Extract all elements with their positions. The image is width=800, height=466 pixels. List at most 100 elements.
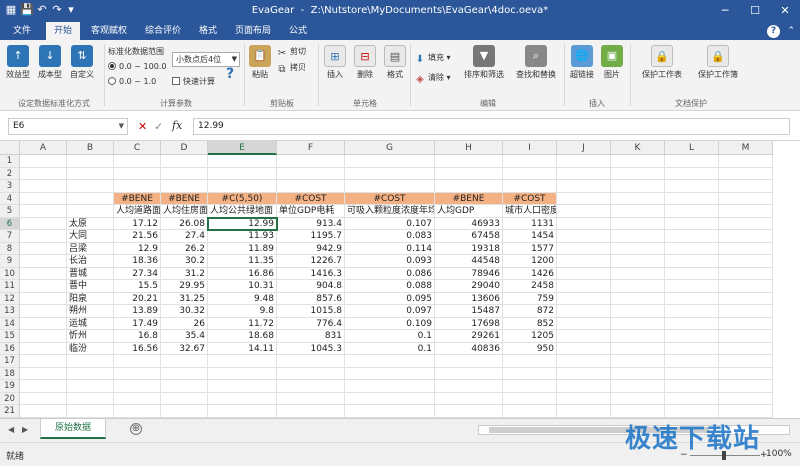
cell[interactable] xyxy=(665,330,719,343)
cell[interactable] xyxy=(114,355,161,368)
value-cell[interactable]: 17698 xyxy=(435,317,503,330)
cell[interactable] xyxy=(161,392,208,405)
sheet-prev-icon[interactable]: ◀ xyxy=(8,425,14,434)
cell[interactable] xyxy=(114,367,161,380)
cell[interactable] xyxy=(557,205,611,218)
value-cell[interactable]: 29040 xyxy=(435,280,503,293)
cell[interactable] xyxy=(719,255,773,268)
cell[interactable] xyxy=(719,292,773,305)
column-header[interactable]: K xyxy=(611,141,665,155)
cell[interactable] xyxy=(557,380,611,393)
cell[interactable] xyxy=(611,317,665,330)
cell[interactable] xyxy=(20,255,67,268)
value-cell[interactable]: 1015.8 xyxy=(277,305,345,318)
copy-button[interactable]: ⧉ 拷贝 xyxy=(276,62,306,76)
value-cell[interactable]: 26.08 xyxy=(161,217,208,230)
picture-button[interactable]: ▣ 图片 xyxy=(600,45,624,80)
value-cell[interactable]: 9.8 xyxy=(208,305,277,318)
city-cell[interactable]: 吕梁 xyxy=(67,242,114,255)
cell[interactable] xyxy=(67,392,114,405)
cell[interactable] xyxy=(611,180,665,193)
cell[interactable] xyxy=(67,155,114,168)
cell[interactable] xyxy=(503,355,557,368)
cell[interactable] xyxy=(277,155,345,168)
cell[interactable] xyxy=(611,355,665,368)
cell[interactable] xyxy=(435,155,503,168)
cell[interactable] xyxy=(345,180,435,193)
value-cell[interactable]: 1426 xyxy=(503,267,557,280)
value-cell[interactable]: 0.083 xyxy=(345,230,435,243)
find-replace-button[interactable]: ⌕ 查找和替换 xyxy=(512,45,560,80)
cell[interactable] xyxy=(20,267,67,280)
cell[interactable] xyxy=(665,267,719,280)
cut-button[interactable]: ✂ 剪切 xyxy=(276,46,306,60)
row-header[interactable]: 5 xyxy=(0,205,20,218)
cell[interactable] xyxy=(665,355,719,368)
row-header[interactable]: 21 xyxy=(0,405,20,418)
format-cells-button[interactable]: ▤ 格式 xyxy=(382,45,408,80)
value-cell[interactable]: 44548 xyxy=(435,255,503,268)
value-cell[interactable]: 1226.7 xyxy=(277,255,345,268)
cell[interactable] xyxy=(277,405,345,418)
column-header[interactable]: G xyxy=(345,141,435,155)
value-cell[interactable]: 27.4 xyxy=(161,230,208,243)
cell[interactable] xyxy=(719,317,773,330)
cell[interactable] xyxy=(665,180,719,193)
minimize-button[interactable]: ─ xyxy=(710,0,740,22)
cell[interactable] xyxy=(114,155,161,168)
header-name-cell[interactable]: 人均公共绿地面 xyxy=(208,205,277,218)
header-name-cell[interactable]: 人均GDP xyxy=(435,205,503,218)
select-all-corner[interactable] xyxy=(0,141,20,155)
value-cell[interactable]: 831 xyxy=(277,330,345,343)
cell[interactable] xyxy=(557,367,611,380)
cell[interactable] xyxy=(557,155,611,168)
value-cell[interactable]: 18.68 xyxy=(208,330,277,343)
cell[interactable] xyxy=(557,405,611,418)
cell[interactable] xyxy=(557,180,611,193)
value-cell[interactable]: 12.9 xyxy=(114,242,161,255)
value-cell[interactable]: 1205 xyxy=(503,330,557,343)
cell[interactable] xyxy=(719,330,773,343)
value-cell[interactable]: 29.95 xyxy=(161,280,208,293)
value-cell[interactable]: 21.56 xyxy=(114,230,161,243)
cell[interactable] xyxy=(611,305,665,318)
cell[interactable] xyxy=(503,392,557,405)
tab-objective-weight[interactable]: 客观赋权 xyxy=(84,22,134,40)
header-name-cell[interactable]: 人均住房面 xyxy=(161,205,208,218)
row-header[interactable]: 15 xyxy=(0,330,20,343)
cell[interactable] xyxy=(611,392,665,405)
cell[interactable] xyxy=(611,167,665,180)
sheet-next-icon[interactable]: ▶ xyxy=(22,425,28,434)
value-cell[interactable]: 11.93 xyxy=(208,230,277,243)
cell[interactable] xyxy=(20,317,67,330)
cell[interactable] xyxy=(611,330,665,343)
fill-button[interactable]: ⬇ 填充 ▾ xyxy=(414,52,451,66)
tab-evaluation[interactable]: 综合评价 xyxy=(138,22,188,40)
row-header[interactable]: 13 xyxy=(0,305,20,318)
cell[interactable] xyxy=(20,380,67,393)
value-cell[interactable]: 0.093 xyxy=(345,255,435,268)
cell[interactable] xyxy=(557,167,611,180)
city-cell[interactable]: 运城 xyxy=(67,317,114,330)
value-cell[interactable]: 0.109 xyxy=(345,317,435,330)
value-cell[interactable]: 30.2 xyxy=(161,255,208,268)
cell[interactable] xyxy=(719,392,773,405)
cell[interactable] xyxy=(719,380,773,393)
help-icon[interactable]: ? xyxy=(767,25,780,38)
cell[interactable] xyxy=(20,367,67,380)
row-header[interactable]: 17 xyxy=(0,355,20,368)
value-cell[interactable]: 11.89 xyxy=(208,242,277,255)
value-cell[interactable]: 31.2 xyxy=(161,267,208,280)
cell[interactable] xyxy=(208,367,277,380)
value-cell[interactable]: 31.25 xyxy=(161,292,208,305)
column-header[interactable]: I xyxy=(503,141,557,155)
value-cell[interactable]: 0.097 xyxy=(345,305,435,318)
row-header[interactable]: 4 xyxy=(0,192,20,205)
cost-type-button[interactable]: ↓ 成本型 xyxy=(36,45,64,80)
cell[interactable] xyxy=(719,230,773,243)
cell[interactable] xyxy=(611,292,665,305)
cell[interactable] xyxy=(557,255,611,268)
column-header[interactable]: F xyxy=(277,141,345,155)
cell[interactable] xyxy=(161,167,208,180)
value-cell[interactable]: 32.67 xyxy=(161,342,208,355)
